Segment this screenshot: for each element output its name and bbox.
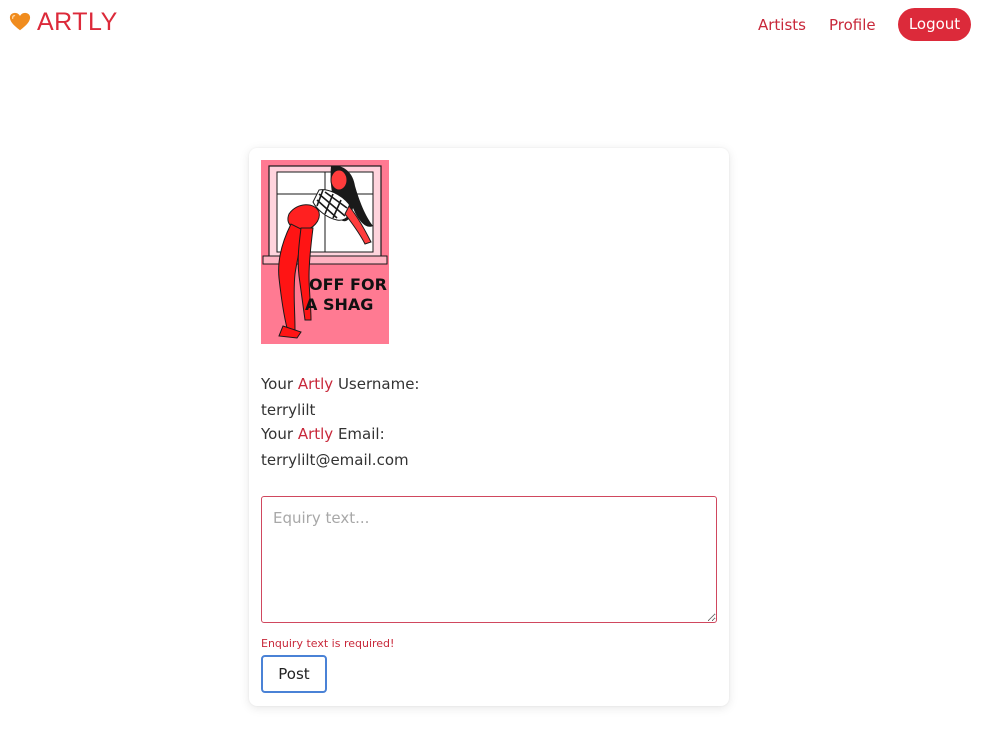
enquiry-card: OFF FOR A SHAG Your Artly Username: terr… [249, 148, 729, 706]
post-button[interactable]: Post [261, 655, 327, 693]
artwork-image: OFF FOR A SHAG [261, 160, 389, 344]
enquiry-error-message: Enquiry text is required! [261, 637, 395, 650]
email-label: Your Artly Email: [261, 425, 385, 443]
logout-button[interactable]: Logout [898, 8, 971, 41]
orange-heart-icon [9, 12, 31, 31]
username-label: Your Artly Username: [261, 375, 420, 393]
username-value: terrylilt [261, 401, 316, 419]
artwork-caption-line1: OFF FOR [309, 275, 387, 294]
nav-profile-link[interactable]: Profile [829, 15, 876, 35]
email-value: terrylilt@email.com [261, 451, 409, 469]
brand-name: ARTLY [37, 8, 118, 36]
enquiry-textarea[interactable] [261, 496, 717, 623]
brand-link[interactable]: ARTLY [9, 8, 118, 36]
navbar: ARTLY Artists Profile Logout [0, 0, 982, 48]
artwork-illustration: OFF FOR A SHAG [261, 160, 389, 344]
artwork-caption-line2: A SHAG [305, 295, 373, 314]
nav-artists-link[interactable]: Artists [758, 15, 806, 35]
